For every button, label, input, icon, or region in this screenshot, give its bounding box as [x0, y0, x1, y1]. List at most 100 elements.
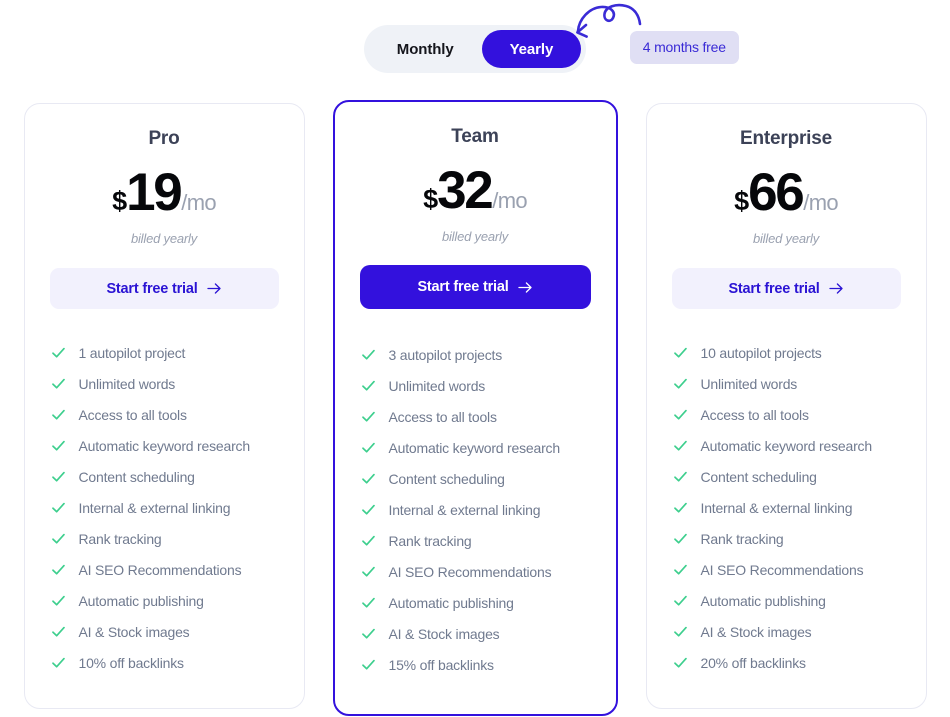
check-icon	[673, 471, 687, 482]
start-free-trial-label: Start free trial	[417, 279, 509, 295]
pricing-cards: Pro $ 19 /mo billed yearly Start free tr…	[0, 100, 950, 716]
list-item: Access to all tools	[50, 399, 279, 430]
list-item: Content scheduling	[672, 461, 901, 492]
list-item: AI SEO Recommendations	[360, 556, 591, 587]
list-item: Automatic publishing	[360, 587, 591, 618]
feature-list: 10 autopilot projects Unlimited words Ac…	[672, 337, 901, 678]
toggle-option-monthly[interactable]: Monthly	[369, 30, 482, 68]
feature-list: 1 autopilot project Unlimited words Acce…	[50, 337, 279, 678]
list-item: Internal & external linking	[50, 492, 279, 523]
price-currency: $	[734, 186, 749, 216]
list-item: Rank tracking	[360, 525, 591, 556]
feature-label: Automatic publishing	[78, 592, 204, 609]
list-item: Unlimited words	[50, 368, 279, 399]
feature-label: Internal & external linking	[388, 501, 541, 518]
start-free-trial-button[interactable]: Start free trial	[671, 268, 901, 309]
feature-label: 15% off backlinks	[388, 656, 494, 673]
list-item: Automatic publishing	[672, 585, 901, 616]
price-currency: $	[423, 184, 438, 214]
feature-label: Content scheduling	[388, 470, 505, 487]
billing-period-toggle[interactable]: Monthly Yearly	[363, 25, 587, 73]
list-item: Rank tracking	[50, 523, 279, 554]
months-free-badge: 4 months free	[629, 31, 739, 64]
arrow-right-icon	[828, 282, 844, 295]
check-icon	[673, 347, 687, 358]
feature-label: Rank tracking	[78, 530, 162, 547]
feature-label: AI SEO Recommendations	[388, 563, 552, 580]
feature-label: 3 autopilot projects	[388, 346, 503, 363]
pricing-card-team: Team $ 32 /mo billed yearly Start free t…	[332, 100, 618, 716]
billing-note: billed yearly	[441, 229, 509, 244]
feature-label: Unlimited words	[78, 375, 176, 392]
feature-label: AI & Stock images	[78, 623, 190, 640]
check-icon	[51, 657, 65, 668]
list-item: Unlimited words	[360, 370, 591, 401]
price-amount: 66	[748, 163, 805, 222]
check-icon	[673, 440, 687, 451]
check-icon	[361, 504, 375, 515]
check-icon	[51, 409, 65, 420]
check-icon	[673, 378, 687, 389]
start-free-trial-label: Start free trial	[106, 280, 198, 297]
list-item: Access to all tools	[672, 399, 901, 430]
start-free-trial-button[interactable]: Start free trial	[49, 268, 279, 309]
feature-label: Automatic publishing	[700, 592, 826, 609]
pricing-card-enterprise: Enterprise $ 66 /mo billed yearly Start …	[645, 103, 927, 709]
check-icon	[361, 442, 375, 453]
feature-label: 10% off backlinks	[78, 654, 184, 671]
billing-toggle-row: Monthly Yearly 4 months free	[0, 3, 950, 76]
feature-label: AI & Stock images	[388, 625, 500, 642]
feature-label: Automatic keyword research	[78, 437, 251, 454]
feature-label: Internal & external linking	[700, 499, 853, 516]
check-icon	[51, 471, 65, 482]
check-icon	[361, 628, 375, 639]
feature-label: Automatic keyword research	[700, 437, 873, 454]
list-item: 1 autopilot project	[50, 337, 279, 368]
start-free-trial-button[interactable]: Start free trial	[359, 265, 591, 309]
list-item: 15% off backlinks	[360, 649, 591, 680]
check-icon	[673, 626, 687, 637]
list-item: AI & Stock images	[50, 616, 279, 647]
check-icon	[361, 535, 375, 546]
list-item: 10% off backlinks	[50, 647, 279, 678]
feature-label: Rank tracking	[700, 530, 784, 547]
check-icon	[51, 564, 65, 575]
check-icon	[51, 347, 65, 358]
price-period: /mo	[492, 188, 527, 213]
feature-label: Automatic keyword research	[388, 439, 561, 456]
check-icon	[673, 502, 687, 513]
list-item: Internal & external linking	[360, 494, 591, 525]
list-item: AI & Stock images	[360, 618, 591, 649]
price-amount: 32	[437, 161, 494, 220]
toggle-option-yearly[interactable]: Yearly	[481, 30, 582, 68]
plan-price: $ 66 /mo	[672, 166, 901, 219]
feature-label: Access to all tools	[78, 406, 187, 423]
list-item: 3 autopilot projects	[360, 339, 591, 370]
list-item: Internal & external linking	[672, 492, 901, 523]
feature-label: 20% off backlinks	[700, 654, 806, 671]
check-icon	[361, 349, 375, 360]
check-icon	[361, 380, 375, 391]
start-free-trial-label: Start free trial	[728, 280, 820, 297]
feature-label: Content scheduling	[700, 468, 817, 485]
toggle-option-monthly-label: Monthly	[396, 40, 454, 58]
feature-label: Access to all tools	[700, 406, 809, 423]
check-icon	[673, 409, 687, 420]
plan-price: $ 19 /mo	[50, 166, 279, 219]
arrow-right-icon	[517, 281, 533, 294]
check-icon	[51, 378, 65, 389]
feature-label: AI & Stock images	[700, 623, 812, 640]
feature-label: Unlimited words	[388, 377, 486, 394]
plan-name: Pro	[148, 128, 180, 149]
list-item: Automatic publishing	[50, 585, 279, 616]
feature-label: Content scheduling	[78, 468, 195, 485]
price-period: /mo	[181, 190, 216, 215]
list-item: Automatic keyword research	[50, 430, 279, 461]
list-item: Rank tracking	[672, 523, 901, 554]
feature-label: 1 autopilot project	[78, 344, 186, 361]
feature-label: Access to all tools	[388, 408, 497, 425]
feature-label: 10 autopilot projects	[700, 344, 822, 361]
feature-label: Unlimited words	[700, 375, 798, 392]
check-icon	[673, 564, 687, 575]
check-icon	[361, 411, 375, 422]
